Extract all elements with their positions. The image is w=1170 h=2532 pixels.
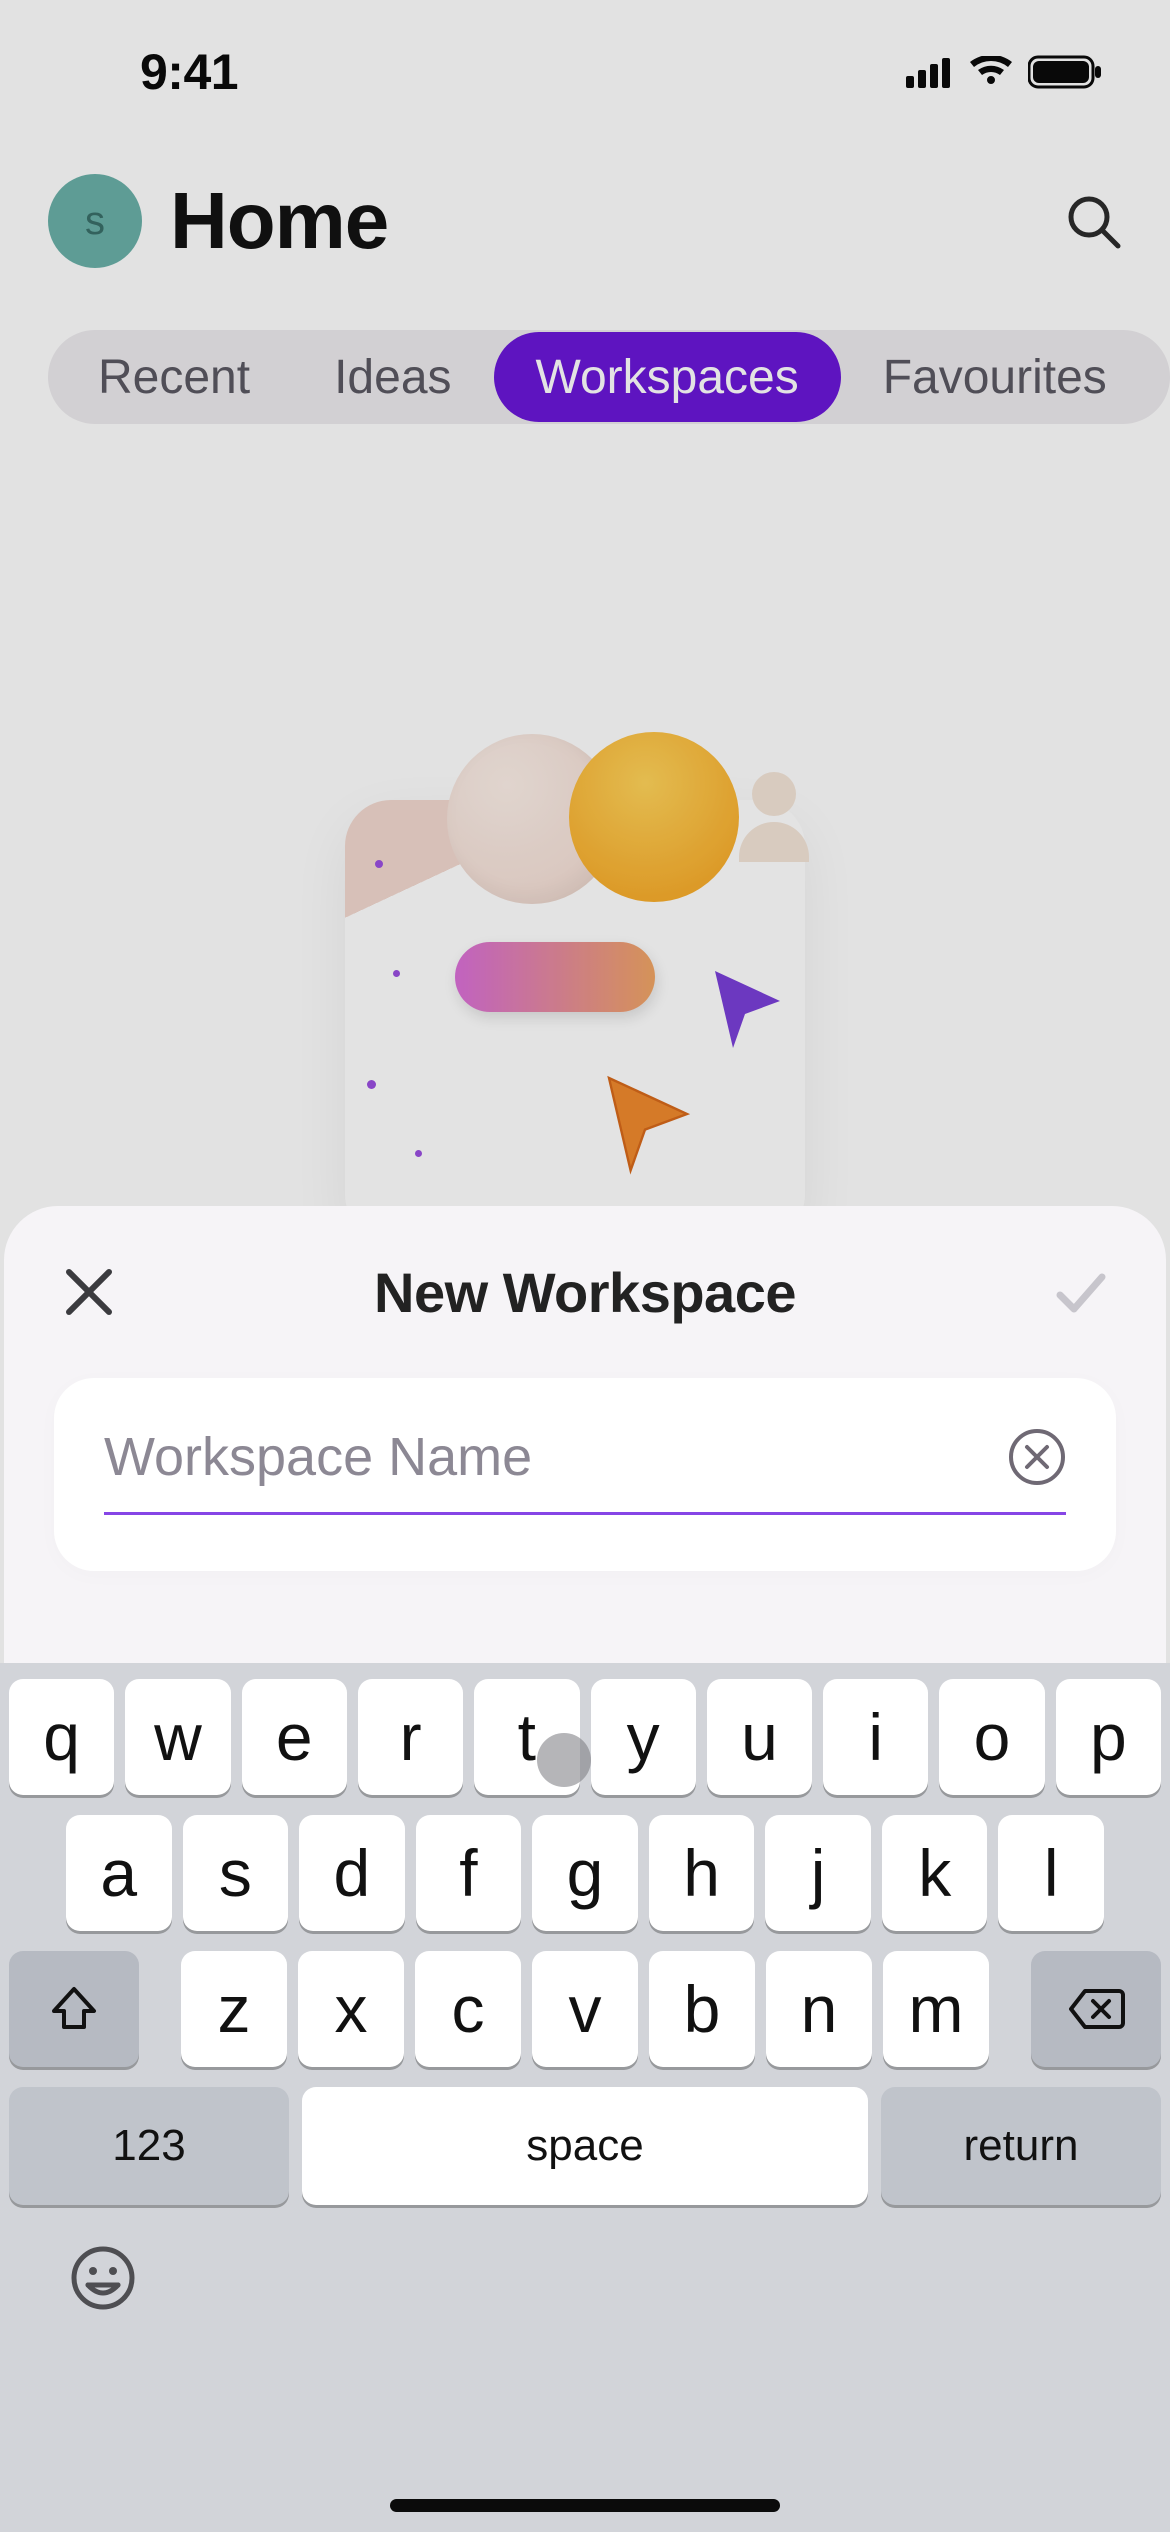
key-l[interactable]: l [998,1815,1104,1931]
tab-favourites[interactable]: Favourites [841,330,1149,424]
clear-input-button[interactable] [1008,1428,1066,1486]
cellular-icon [906,56,954,88]
checkmark-icon [1052,1263,1110,1321]
page-title: Home [170,175,388,267]
space-key[interactable]: space [302,2087,868,2205]
wifi-icon [968,56,1014,88]
cursor-icon [695,956,795,1056]
key-g[interactable]: g [532,1815,638,1931]
emoji-icon [70,2245,136,2311]
sheet-title: New Workspace [374,1260,796,1325]
close-button[interactable] [54,1257,124,1327]
key-e[interactable]: e [242,1679,347,1795]
tab-bar: RecentIdeasWorkspacesFavourites [48,330,1170,424]
key-i[interactable]: i [823,1679,928,1795]
key-f[interactable]: f [416,1815,522,1931]
battery-icon [1028,55,1102,89]
key-z[interactable]: z [181,1951,287,2067]
key-u[interactable]: u [707,1679,812,1795]
search-button[interactable] [1058,186,1128,256]
clear-icon [1008,1428,1066,1486]
shift-icon [50,1985,98,2033]
workspace-name-card [54,1378,1116,1571]
key-j[interactable]: j [765,1815,871,1931]
key-x[interactable]: x [298,1951,404,2067]
key-b[interactable]: b [649,1951,755,2067]
status-time: 9:41 [140,43,238,101]
workspace-illustration [315,720,855,1260]
key-o[interactable]: o [939,1679,1044,1795]
home-indicator[interactable] [390,2499,780,2512]
key-n[interactable]: n [766,1951,872,2067]
key-h[interactable]: h [649,1815,755,1931]
key-c[interactable]: c [415,1951,521,2067]
numeric-key[interactable]: 123 [9,2087,289,2205]
close-icon [63,1266,115,1318]
keyboard: qwertyuiop asdfghjkl zxcvbnm 123 space r… [0,1663,1170,2532]
key-d[interactable]: d [299,1815,405,1931]
key-y[interactable]: y [591,1679,696,1795]
key-w[interactable]: w [125,1679,230,1795]
shift-key[interactable] [9,1951,139,2067]
status-bar: 9:41 [0,0,1170,130]
confirm-button[interactable] [1046,1257,1116,1327]
status-icons [906,55,1102,89]
backspace-icon [1067,1987,1125,2031]
cursor-icon [585,1060,705,1180]
tab-ideas[interactable]: Ideas [292,330,493,424]
tab-workspaces[interactable]: Workspaces [494,332,841,422]
key-q[interactable]: q [9,1679,114,1795]
app-header: s Home [0,156,1170,286]
key-v[interactable]: v [532,1951,638,2067]
key-s[interactable]: s [183,1815,289,1931]
search-icon [1064,192,1122,250]
emoji-key[interactable] [70,2245,136,2326]
key-r[interactable]: r [358,1679,463,1795]
key-k[interactable]: k [882,1815,988,1931]
tab-recent[interactable]: Recent [48,330,292,424]
touch-indicator [537,1733,591,1787]
backspace-key[interactable] [1031,1951,1161,2067]
key-a[interactable]: a [66,1815,172,1931]
workspace-name-input[interactable] [104,1426,1008,1488]
return-key[interactable]: return [881,2087,1161,2205]
avatar[interactable]: s [48,174,142,268]
key-m[interactable]: m [883,1951,989,2067]
key-p[interactable]: p [1056,1679,1161,1795]
